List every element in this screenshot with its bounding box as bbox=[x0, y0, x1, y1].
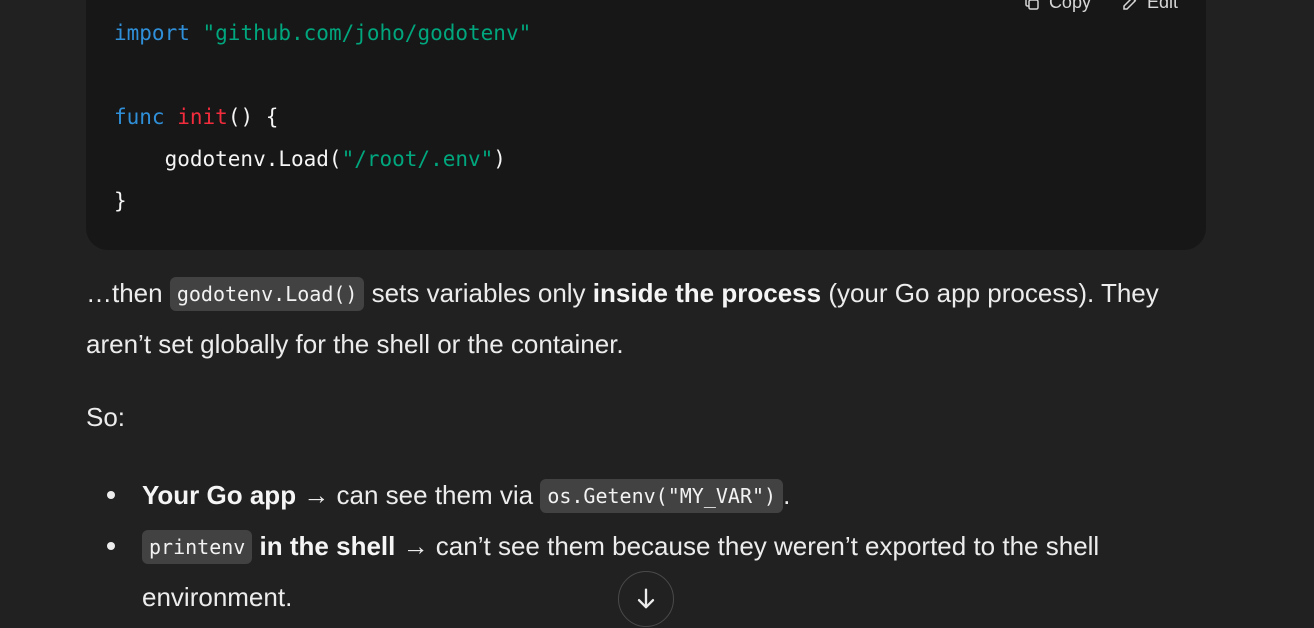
inline-code: os.Getenv("MY_VAR") bbox=[540, 479, 784, 513]
bold-text: in the shell bbox=[252, 531, 396, 561]
text: sets variables only bbox=[364, 278, 593, 308]
arrow-down-icon bbox=[637, 588, 655, 609]
copy-icon bbox=[1025, 0, 1039, 10]
code-text: godotenv.Load( bbox=[114, 147, 342, 171]
paragraph-so: So: bbox=[86, 402, 126, 432]
code-text: ) bbox=[493, 147, 506, 171]
code-function-name: init bbox=[177, 105, 228, 129]
edit-icon bbox=[1123, 0, 1137, 10]
text: …then bbox=[86, 278, 170, 308]
bold-text: Your Go app bbox=[142, 480, 297, 510]
code-block: Copy Edit import "github.com/joho/godote… bbox=[86, 0, 1206, 250]
text: → can see them via bbox=[296, 480, 541, 510]
edit-button[interactable]: Edit bbox=[1121, 0, 1178, 13]
inline-code: printenv bbox=[142, 530, 253, 564]
code-content: import "github.com/joho/godotenv" func i… bbox=[114, 12, 531, 222]
list-item: Your Go app → can see them via os.Getenv… bbox=[107, 470, 1242, 521]
text: . bbox=[783, 480, 791, 510]
code-keyword: import bbox=[114, 21, 190, 45]
copy-label: Copy bbox=[1048, 0, 1091, 12]
code-string: "github.com/joho/godotenv" bbox=[202, 21, 532, 45]
code-keyword: func bbox=[114, 105, 165, 129]
paragraph-explanation: …then godotenv.Load() sets variables onl… bbox=[86, 268, 1186, 369]
bold-text: inside the process bbox=[592, 278, 822, 308]
list-item: printenv in the shell → can’t see them b… bbox=[107, 521, 1242, 622]
code-text: } bbox=[114, 189, 127, 213]
edit-label: Edit bbox=[1146, 0, 1178, 12]
code-string: "/root/.env" bbox=[341, 147, 494, 171]
code-text: () { bbox=[227, 105, 279, 129]
scroll-to-bottom-button[interactable] bbox=[618, 571, 674, 627]
inline-code: godotenv.Load() bbox=[169, 277, 365, 311]
code-actions: Copy Edit bbox=[1023, 0, 1178, 13]
copy-button[interactable]: Copy bbox=[1023, 0, 1091, 13]
